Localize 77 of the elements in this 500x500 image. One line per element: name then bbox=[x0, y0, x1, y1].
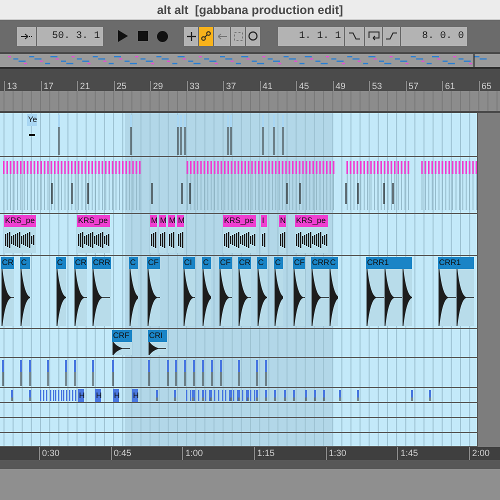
waveform bbox=[1, 269, 14, 326]
clip-header[interactable]: C bbox=[56, 257, 66, 269]
dashed-square-icon bbox=[234, 32, 242, 40]
waveform bbox=[56, 269, 66, 326]
clip-header[interactable]: M bbox=[150, 215, 157, 227]
waveform bbox=[112, 342, 132, 355]
follow-button[interactable] bbox=[17, 26, 36, 46]
waveform bbox=[74, 269, 87, 326]
clip-header[interactable]: C bbox=[329, 257, 338, 269]
clip-header[interactable]: CRI bbox=[148, 330, 167, 342]
loop-icon bbox=[368, 31, 380, 41]
automation-toggle[interactable] bbox=[199, 26, 213, 46]
waveform bbox=[238, 269, 251, 326]
clip-header[interactable]: CR bbox=[238, 257, 251, 269]
clip-header[interactable]: CRR bbox=[311, 257, 329, 269]
clip-header[interactable]: C bbox=[274, 257, 283, 269]
clip-header[interactable]: KRS_pe bbox=[77, 215, 110, 227]
waveform bbox=[274, 269, 283, 326]
clip-header[interactable]: C bbox=[129, 257, 138, 269]
clip-header[interactable]: M bbox=[159, 215, 166, 227]
transients-drawing bbox=[11, 390, 77, 401]
position-field[interactable]: 50. 3. 1 bbox=[37, 26, 103, 46]
waveform bbox=[438, 269, 474, 326]
clip-header[interactable]: C bbox=[20, 257, 30, 269]
back-toggle[interactable] bbox=[214, 26, 230, 46]
clip-header[interactable]: CR bbox=[74, 257, 87, 269]
add-toggle[interactable] bbox=[184, 26, 198, 46]
arrow-left-icon bbox=[218, 32, 226, 40]
window-title: alt alt [gabbana production edit] bbox=[157, 2, 343, 18]
clip-header[interactable]: CF bbox=[293, 257, 305, 269]
waveform bbox=[366, 269, 412, 326]
clip-header[interactable]: M bbox=[168, 215, 175, 227]
loop-length-field[interactable]: 8. 0. 0 bbox=[401, 26, 467, 46]
waveform bbox=[148, 342, 167, 355]
curve-down-icon bbox=[349, 32, 360, 40]
clip-header[interactable]: CRR1 bbox=[438, 257, 474, 269]
clip-header[interactable]: H bbox=[132, 389, 138, 402]
curve-up-icon bbox=[386, 32, 397, 40]
loop-start-field[interactable]: 1. 1. 1 bbox=[278, 26, 344, 46]
clip-header[interactable]: N bbox=[279, 215, 286, 227]
waveform bbox=[257, 269, 267, 326]
circle-icon bbox=[248, 31, 258, 41]
clip-header[interactable]: Ye bbox=[27, 114, 37, 126]
waveform bbox=[20, 269, 30, 326]
waveform bbox=[129, 269, 138, 326]
clip-header[interactable]: KRS_pe bbox=[295, 215, 328, 227]
waveform bbox=[219, 269, 232, 326]
loop-button[interactable] bbox=[365, 26, 382, 46]
node-link-icon bbox=[201, 31, 211, 41]
clip-header[interactable]: CRR1 bbox=[366, 257, 412, 269]
circle-toggle[interactable] bbox=[246, 26, 260, 46]
clip-header[interactable]: KRS_pe bbox=[4, 215, 36, 227]
scroll-bar[interactable] bbox=[0, 460, 500, 469]
fade-out-button[interactable] bbox=[345, 26, 364, 46]
fade-in-button[interactable] bbox=[383, 26, 400, 46]
clip-header[interactable]: M bbox=[177, 215, 184, 227]
arrow-right-icon bbox=[20, 32, 32, 40]
clip-header[interactable]: CF bbox=[147, 257, 160, 269]
clip-header[interactable]: C bbox=[202, 257, 211, 269]
record-icon[interactable] bbox=[157, 30, 168, 42]
waveform bbox=[202, 269, 211, 326]
clip-header[interactable]: CF bbox=[219, 257, 232, 269]
clip-header[interactable]: CRF bbox=[112, 330, 132, 342]
clip-header[interactable]: KRS_pe bbox=[223, 215, 256, 227]
waveform bbox=[293, 269, 305, 326]
waveform bbox=[183, 269, 195, 326]
waveform bbox=[92, 269, 111, 326]
clip-header[interactable]: CR bbox=[1, 257, 14, 269]
punch-toggle[interactable] bbox=[231, 26, 245, 46]
waveform bbox=[147, 269, 160, 326]
clip-header[interactable]: I bbox=[261, 215, 267, 227]
ruler[interactable]: 13 17 21 25 29 33 37 41 45 49 53 57 61 65 bbox=[0, 81, 500, 91]
plus-icon bbox=[186, 32, 196, 40]
clip-header[interactable]: CI bbox=[183, 257, 195, 269]
clip-header[interactable]: C bbox=[257, 257, 267, 269]
clip-header[interactable]: CRR bbox=[92, 257, 111, 269]
play-icon[interactable] bbox=[118, 30, 128, 42]
